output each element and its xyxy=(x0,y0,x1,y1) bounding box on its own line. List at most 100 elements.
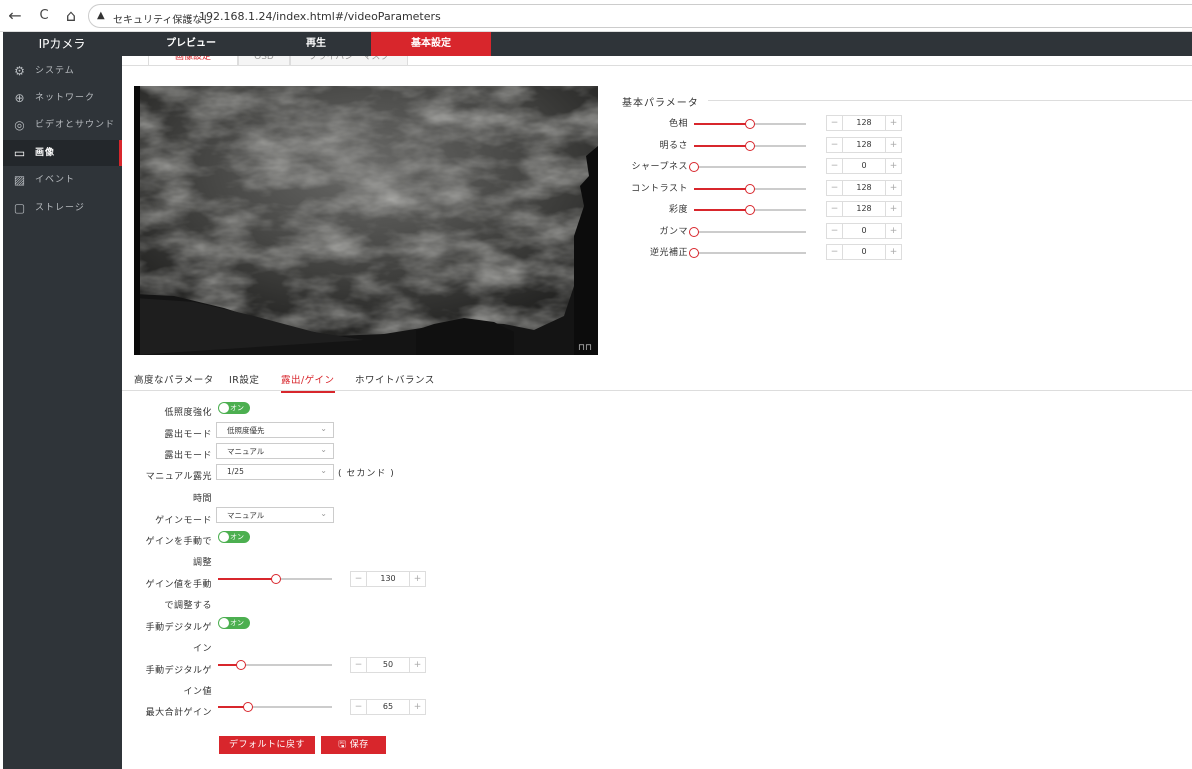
exposure-mode-select-2[interactable]: マニュアル ⌄ xyxy=(216,443,334,459)
slider-knob[interactable] xyxy=(745,205,755,215)
param-stepper[interactable]: −0 + xyxy=(826,244,902,260)
param-stepper[interactable]: −0 + xyxy=(826,223,902,239)
tab-white-balance[interactable]: ホワイトバランス xyxy=(355,372,435,386)
gain-stepper[interactable]: − 130 + xyxy=(350,571,426,587)
slider-knob[interactable] xyxy=(271,574,281,584)
brand-title: IPカメラ xyxy=(38,37,86,51)
gain-manual-toggle[interactable]: オン xyxy=(218,531,250,543)
tab-osd[interactable]: OSD xyxy=(238,56,290,65)
plus-button[interactable]: + xyxy=(885,116,901,130)
low-light-toggle[interactable]: オン xyxy=(218,402,250,414)
minus-button[interactable]: − xyxy=(827,116,843,130)
digital-gain-stepper[interactable]: − 50 + xyxy=(350,657,426,673)
sidebar-item-image[interactable]: ▭ 画像 xyxy=(3,140,122,166)
camera-lens-icon: ◎ xyxy=(14,118,26,132)
plus-button[interactable]: + xyxy=(885,138,901,152)
tab-privacy-mask[interactable]: プライバシーマスク xyxy=(290,56,408,65)
tab-advanced-params[interactable]: 高度なパラメータ xyxy=(134,372,214,386)
param-stepper[interactable]: −128 + xyxy=(826,180,902,196)
slider-knob[interactable] xyxy=(689,227,699,237)
save-button[interactable]: 🖫 保存 xyxy=(321,736,386,754)
max-gain-stepper[interactable]: − 65 + xyxy=(350,699,426,715)
manual-exposure-select[interactable]: 1/25 ⌄ xyxy=(216,464,334,480)
security-status[interactable]: セキュリティ保護なし xyxy=(113,11,212,26)
param-value[interactable]: 128 xyxy=(843,202,885,216)
param-stepper[interactable]: −128 + xyxy=(826,137,902,153)
sidebar-item-system[interactable]: ⚙ システム xyxy=(3,58,122,84)
plus-button[interactable]: + xyxy=(885,224,901,238)
plus-button[interactable]: + xyxy=(409,572,425,586)
plus-button[interactable]: + xyxy=(885,159,901,173)
reload-icon[interactable]: C xyxy=(35,7,53,25)
minus-button[interactable]: − xyxy=(827,224,843,238)
gain-slider[interactable] xyxy=(218,574,332,584)
param-slider[interactable] xyxy=(694,184,806,194)
address-bar[interactable]: ▲ セキュリティ保護なし 192.168.1.24/index.html#/vi… xyxy=(88,4,1192,28)
minus-button[interactable]: − xyxy=(827,245,843,259)
slider-knob[interactable] xyxy=(745,184,755,194)
slider-knob[interactable] xyxy=(745,141,755,151)
event-icon: ▨ xyxy=(13,173,27,187)
digital-gain-value[interactable]: 50 xyxy=(367,658,409,672)
param-value[interactable]: 128 xyxy=(843,138,885,152)
restore-default-button[interactable]: デフォルトに戻す xyxy=(219,736,315,754)
exposure-mode-select[interactable]: 低照度優先 ⌄ xyxy=(216,422,334,438)
param-value[interactable]: 0 xyxy=(843,159,885,173)
nav-preview[interactable]: プレビュー xyxy=(121,32,261,56)
url-text[interactable]: 192.168.1.24/index.html#/videoParameters xyxy=(199,10,441,23)
max-gain-value[interactable]: 65 xyxy=(367,700,409,714)
video-preview[interactable]: ⊓⊓ xyxy=(134,86,598,355)
plus-button[interactable]: + xyxy=(885,245,901,259)
back-icon[interactable]: ← xyxy=(6,7,24,25)
plus-button[interactable]: + xyxy=(409,658,425,672)
minus-button[interactable]: − xyxy=(827,138,843,152)
digital-gain-slider[interactable] xyxy=(218,660,332,670)
slider-knob[interactable] xyxy=(236,660,246,670)
minus-button[interactable]: − xyxy=(351,572,367,586)
toggle-text: オン xyxy=(230,533,244,541)
param-label: 明るさ xyxy=(659,141,688,151)
param-slider[interactable] xyxy=(689,248,806,258)
slider-knob[interactable] xyxy=(689,248,699,258)
param-slider[interactable] xyxy=(689,162,806,172)
image-subtabs: 画像設定 OSD プライバシーマスク xyxy=(122,56,1192,66)
nav-playback[interactable]: 再生 xyxy=(261,32,371,56)
sidebar-item-network[interactable]: ⊕ ネットワーク xyxy=(3,85,122,111)
param-value[interactable]: 128 xyxy=(843,116,885,130)
tab-ir-settings[interactable]: IR設定 xyxy=(229,372,259,386)
param-stepper[interactable]: −128 + xyxy=(826,201,902,217)
param-label: 逆光補正 xyxy=(649,248,688,258)
max-gain-slider[interactable] xyxy=(218,702,332,712)
tab-exposure-gain[interactable]: 露出/ゲイン xyxy=(281,372,335,393)
param-slider[interactable] xyxy=(694,141,806,151)
globe-icon: ⊕ xyxy=(14,91,26,105)
digital-gain-toggle[interactable]: オン xyxy=(218,617,250,629)
gain-mode-select[interactable]: マニュアル ⌄ xyxy=(216,507,334,523)
slider-knob[interactable] xyxy=(745,119,755,129)
home-icon[interactable]: ⌂ xyxy=(62,7,80,25)
gain-value[interactable]: 130 xyxy=(367,572,409,586)
minus-button[interactable]: − xyxy=(351,658,367,672)
param-slider[interactable] xyxy=(689,227,806,237)
param-stepper[interactable]: −128 + xyxy=(826,115,902,131)
sidebar-item-storage[interactable]: ▢ ストレージ xyxy=(3,195,122,221)
param-value[interactable]: 128 xyxy=(843,181,885,195)
minus-button[interactable]: − xyxy=(827,202,843,216)
tab-image-settings[interactable]: 画像設定 xyxy=(148,56,238,65)
param-stepper[interactable]: −0 + xyxy=(826,158,902,174)
slider-knob[interactable] xyxy=(243,702,253,712)
sidebar-item-video-audio[interactable]: ◎ ビデオとサウンド xyxy=(3,112,122,138)
param-slider[interactable] xyxy=(694,205,806,215)
minus-button[interactable]: − xyxy=(827,181,843,195)
param-value[interactable]: 0 xyxy=(843,224,885,238)
sidebar-item-event[interactable]: ▨ イベント xyxy=(3,167,122,193)
param-slider[interactable] xyxy=(694,119,806,129)
slider-knob[interactable] xyxy=(689,162,699,172)
plus-button[interactable]: + xyxy=(885,202,901,216)
nav-basic-settings[interactable]: 基本設定 xyxy=(371,32,491,56)
minus-button[interactable]: − xyxy=(827,159,843,173)
plus-button[interactable]: + xyxy=(885,181,901,195)
param-value[interactable]: 0 xyxy=(843,245,885,259)
minus-button[interactable]: − xyxy=(351,700,367,714)
plus-button[interactable]: + xyxy=(409,700,425,714)
